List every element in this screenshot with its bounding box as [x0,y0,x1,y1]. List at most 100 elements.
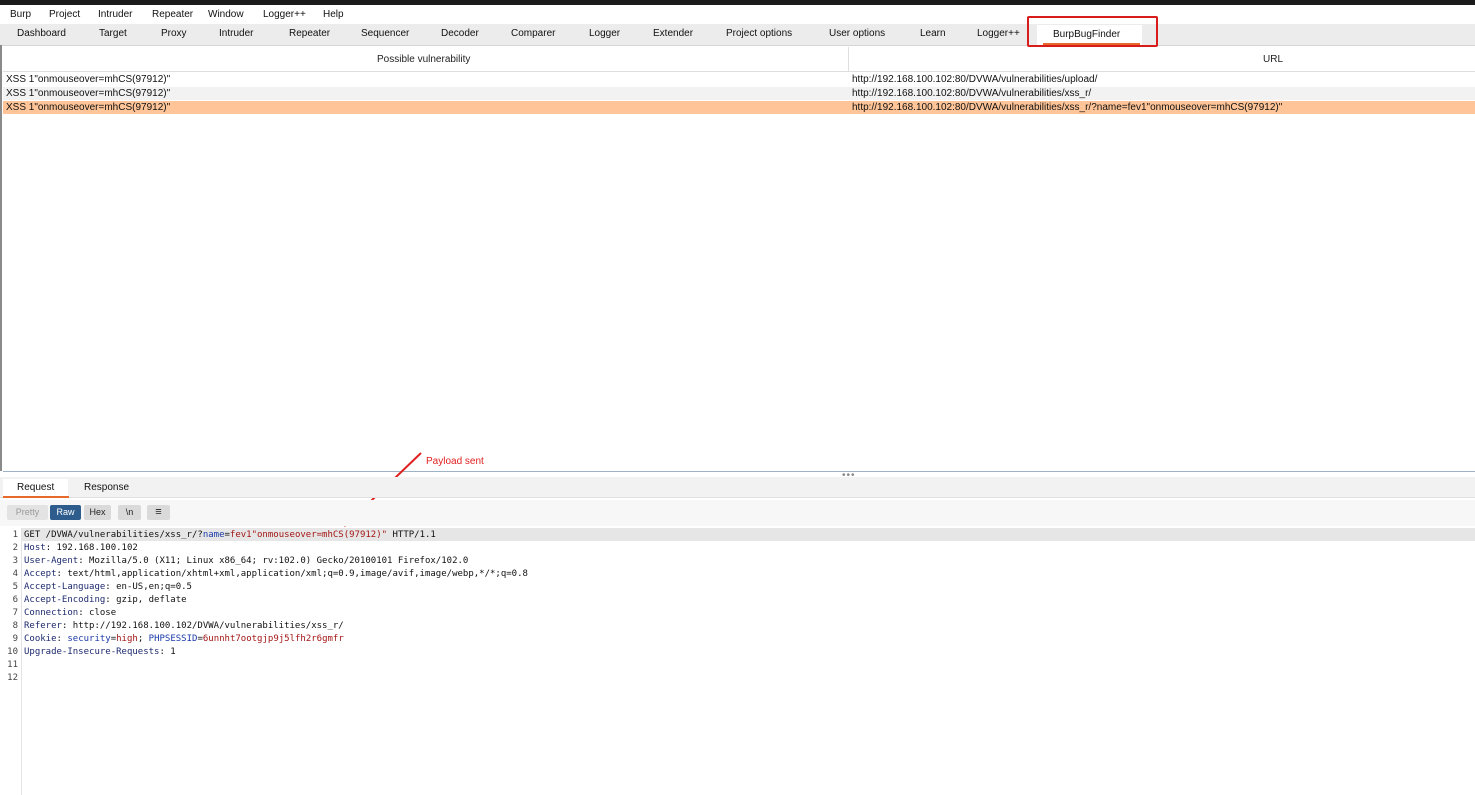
header-name: Accept-Language [24,582,106,592]
header-line[interactable]: Accept-Language: en-US,en;q=0.5 [24,582,192,592]
tab-extender[interactable]: Extender [653,28,693,39]
tab-project-options[interactable]: Project options [726,28,792,39]
cookie-key: security [67,634,111,644]
annotation-label: Payload sent [426,456,484,467]
editor-toolbar [0,500,1475,526]
annotation-highlight-box [1027,16,1158,47]
header-value: Mozilla/5.0 (X11; Linux x86_64; rv:102.0… [83,556,469,566]
line-number: 3 [12,556,18,566]
menu-window[interactable]: Window [208,9,244,20]
line-number: 5 [12,582,18,592]
tab-intruder[interactable]: Intruder [219,28,253,39]
tab-response[interactable]: Response [84,482,129,493]
tab-sequencer[interactable]: Sequencer [361,28,409,39]
cookie-separator: ; [137,634,149,644]
annotation-arrow [344,452,422,527]
menu-project[interactable]: Project [49,9,80,20]
header-name: Referer [24,621,62,631]
header-line[interactable]: Upgrade-Insecure-Requests: 1 [24,647,176,657]
header-value: close [83,608,117,618]
query-param-name: name [202,530,225,540]
menu-repeater[interactable]: Repeater [152,9,193,20]
header-line[interactable]: Accept: text/html,application/xhtml+xml,… [24,569,528,579]
header-value: http://192.168.100.102/DVWA/vulnerabilit… [67,621,344,631]
menu-intruder[interactable]: Intruder [98,9,132,20]
header-name: User-Agent [24,556,79,566]
raw-button[interactable]: Raw [50,505,81,520]
line-number: 1 [12,530,18,540]
tab-target[interactable]: Target [99,28,127,39]
header-name: Upgrade-Insecure-Requests [24,647,160,657]
cookie-line[interactable]: Cookie: security=high; PHPSESSID=6unnht7… [24,634,344,644]
tab-dashboard[interactable]: Dashboard [17,28,66,39]
header-line[interactable]: Host: 192.168.100.102 [24,543,138,553]
hex-button[interactable]: Hex [84,505,111,520]
url-cell: http://192.168.100.102:80/DVWA/vulnerabi… [852,102,1283,113]
column-header-vulnerability[interactable]: Possible vulnerability [377,54,470,65]
cookie-value: 6unnht7ootgjp9j5lfh2r6gmfr [202,634,344,644]
header-line[interactable]: Referer: http://192.168.100.102/DVWA/vul… [24,621,344,631]
pretty-button[interactable]: Pretty [7,505,48,520]
request-line[interactable]: GET /DVWA/vulnerabilities/xss_r/?name=fe… [24,530,436,540]
header-line[interactable]: User-Agent: Mozilla/5.0 (X11; Linux x86_… [24,556,468,566]
column-divider[interactable] [848,47,849,71]
tab-proxy[interactable]: Proxy [161,28,187,39]
vulnerability-cell: XSS 1"onmouseover=mhCS(97912)" [6,102,171,113]
cookie-value: high [116,634,138,644]
line-number: 6 [12,595,18,605]
table-row-selected[interactable]: XSS 1"onmouseover=mhCS(97912)" http://19… [3,101,1475,114]
header-line[interactable]: Accept-Encoding: gzip, deflate [24,595,187,605]
header-value: en-US,en;q=0.5 [110,582,192,592]
header-value: text/html,application/xhtml+xml,applicat… [61,569,528,579]
results-table-header: Possible vulnerability URL [3,47,1475,72]
menu-help[interactable]: Help [323,9,344,20]
tab-user-options[interactable]: User options [829,28,885,39]
header-name: Accept [24,569,57,579]
line-number: 2 [12,543,18,553]
line-number: 8 [12,621,18,631]
tab-comparer[interactable]: Comparer [511,28,555,39]
header-name: Host [24,543,46,553]
line-number: 4 [12,569,18,579]
menu-bar: Burp Project Intruder Repeater Window Lo… [0,5,1475,24]
url-cell: http://192.168.100.102:80/DVWA/vulnerabi… [852,74,1098,85]
tab-repeater[interactable]: Repeater [289,28,330,39]
active-subtab-indicator [3,496,69,498]
panel-left-border [0,45,2,471]
tab-decoder[interactable]: Decoder [441,28,479,39]
editor-tab-bar [0,477,1475,498]
column-header-url[interactable]: URL [1263,54,1283,65]
cookie-separator: : [56,634,68,644]
line-number: 12 [7,673,18,683]
newline-toggle-button[interactable]: \n [118,505,141,520]
tab-request[interactable]: Request [17,482,54,493]
url-cell: http://192.168.100.102:80/DVWA/vulnerabi… [852,88,1092,99]
line-number: 9 [12,634,18,644]
line-number: 10 [7,647,18,657]
table-row[interactable]: XSS 1"onmouseover=mhCS(97912)" http://19… [3,73,1475,86]
request-protocol: HTTP/1.1 [387,530,436,540]
header-value: 192.168.100.102 [51,543,138,553]
vulnerability-cell: XSS 1"onmouseover=mhCS(97912)" [6,88,171,99]
table-bottom-border [3,471,1475,472]
tab-learn[interactable]: Learn [920,28,946,39]
header-name: Accept-Encoding [24,595,106,605]
vulnerability-cell: XSS 1"onmouseover=mhCS(97912)" [6,74,171,85]
query-param-value: fev1"onmouseover=mhCS(97912)" [229,530,388,540]
line-number: 11 [7,660,18,670]
tab-logger[interactable]: Logger [589,28,620,39]
header-name: Connection [24,608,79,618]
header-name: Cookie [24,634,57,644]
tab-logger-plus[interactable]: Logger++ [977,28,1020,39]
menu-icon[interactable]: ≡ [147,505,170,520]
header-line[interactable]: Connection: close [24,608,116,618]
request-method-path: GET /DVWA/vulnerabilities/xss_r/? [24,530,203,540]
header-value: gzip, deflate [110,595,187,605]
header-value: 1 [164,647,176,657]
cookie-key: PHPSESSID [148,634,198,644]
table-row[interactable]: XSS 1"onmouseover=mhCS(97912)" http://19… [3,87,1475,100]
main-tab-bar: Dashboard Target Proxy Intruder Repeater… [0,24,1475,46]
menu-logger-plus[interactable]: Logger++ [263,9,306,20]
line-number: 7 [12,608,18,618]
menu-burp[interactable]: Burp [10,9,31,20]
